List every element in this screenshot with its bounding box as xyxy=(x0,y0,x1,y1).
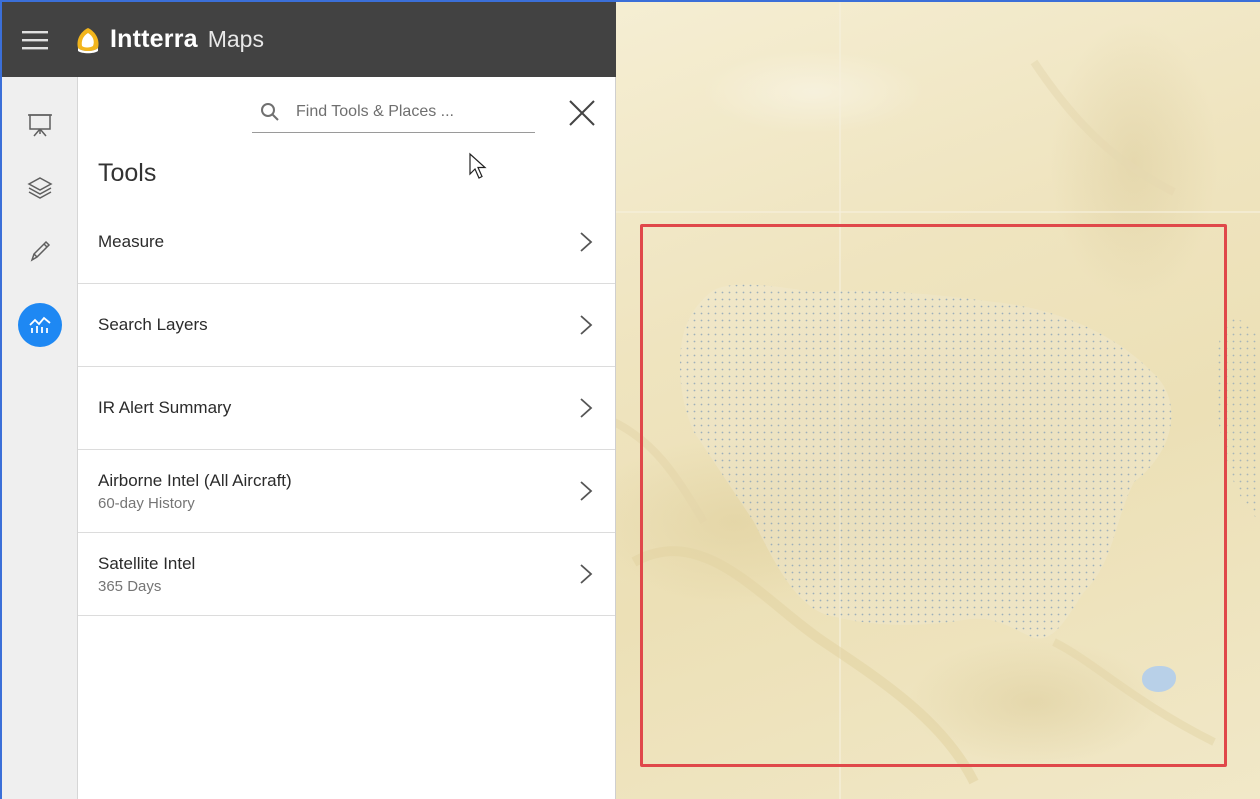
tool-item-satellite-intel[interactable]: Satellite Intel 365 Days xyxy=(78,533,615,616)
tool-item-airborne-intel[interactable]: Airborne Intel (All Aircraft) 60-day His… xyxy=(78,450,615,533)
chevron-right-icon xyxy=(580,564,593,584)
presentation-icon[interactable] xyxy=(18,103,62,147)
pencil-icon[interactable] xyxy=(18,229,62,273)
close-panel-button[interactable] xyxy=(562,93,602,133)
search-icon xyxy=(261,102,279,121)
chevron-right-icon xyxy=(580,232,593,252)
area-of-interest-box xyxy=(640,224,1227,767)
chevron-right-icon xyxy=(580,481,593,501)
hamburger-menu-icon[interactable] xyxy=(2,2,68,77)
left-rail xyxy=(2,77,78,799)
intterra-logo-icon xyxy=(77,27,99,53)
app-subtitle: Maps xyxy=(207,26,264,52)
brand-name: Intterra xyxy=(110,25,198,53)
chevron-right-icon xyxy=(580,398,593,418)
search-bar xyxy=(252,91,535,133)
map-view[interactable] xyxy=(614,2,1260,799)
panel-title: Tools xyxy=(98,159,157,187)
layers-icon[interactable] xyxy=(18,165,62,209)
tool-item-ir-alert-summary[interactable]: IR Alert Summary xyxy=(78,367,615,450)
tool-item-sublabel: 60-day History xyxy=(98,494,195,512)
tool-item-search-layers[interactable]: Search Layers xyxy=(78,284,615,367)
tool-list: Measure Search Layers IR Alert Summary A… xyxy=(78,201,615,616)
tool-item-measure[interactable]: Measure xyxy=(78,201,615,284)
tool-item-label: IR Alert Summary xyxy=(98,398,232,417)
tool-item-label: Search Layers xyxy=(98,315,208,334)
search-input[interactable] xyxy=(296,102,526,121)
tool-item-sublabel: 365 Days xyxy=(98,577,162,595)
analytics-icon[interactable] xyxy=(18,303,62,347)
app-bar: Intterra Maps xyxy=(2,2,616,77)
chevron-right-icon xyxy=(580,315,593,335)
mouse-cursor-icon xyxy=(469,152,487,179)
tools-panel: Tools Measure Search Layers IR Alert Sum… xyxy=(78,77,616,799)
close-icon xyxy=(569,100,595,126)
tool-item-label: Measure xyxy=(98,232,165,251)
tool-item-label: Airborne Intel (All Aircraft) xyxy=(98,470,292,490)
tool-item-label: Satellite Intel xyxy=(98,553,196,573)
